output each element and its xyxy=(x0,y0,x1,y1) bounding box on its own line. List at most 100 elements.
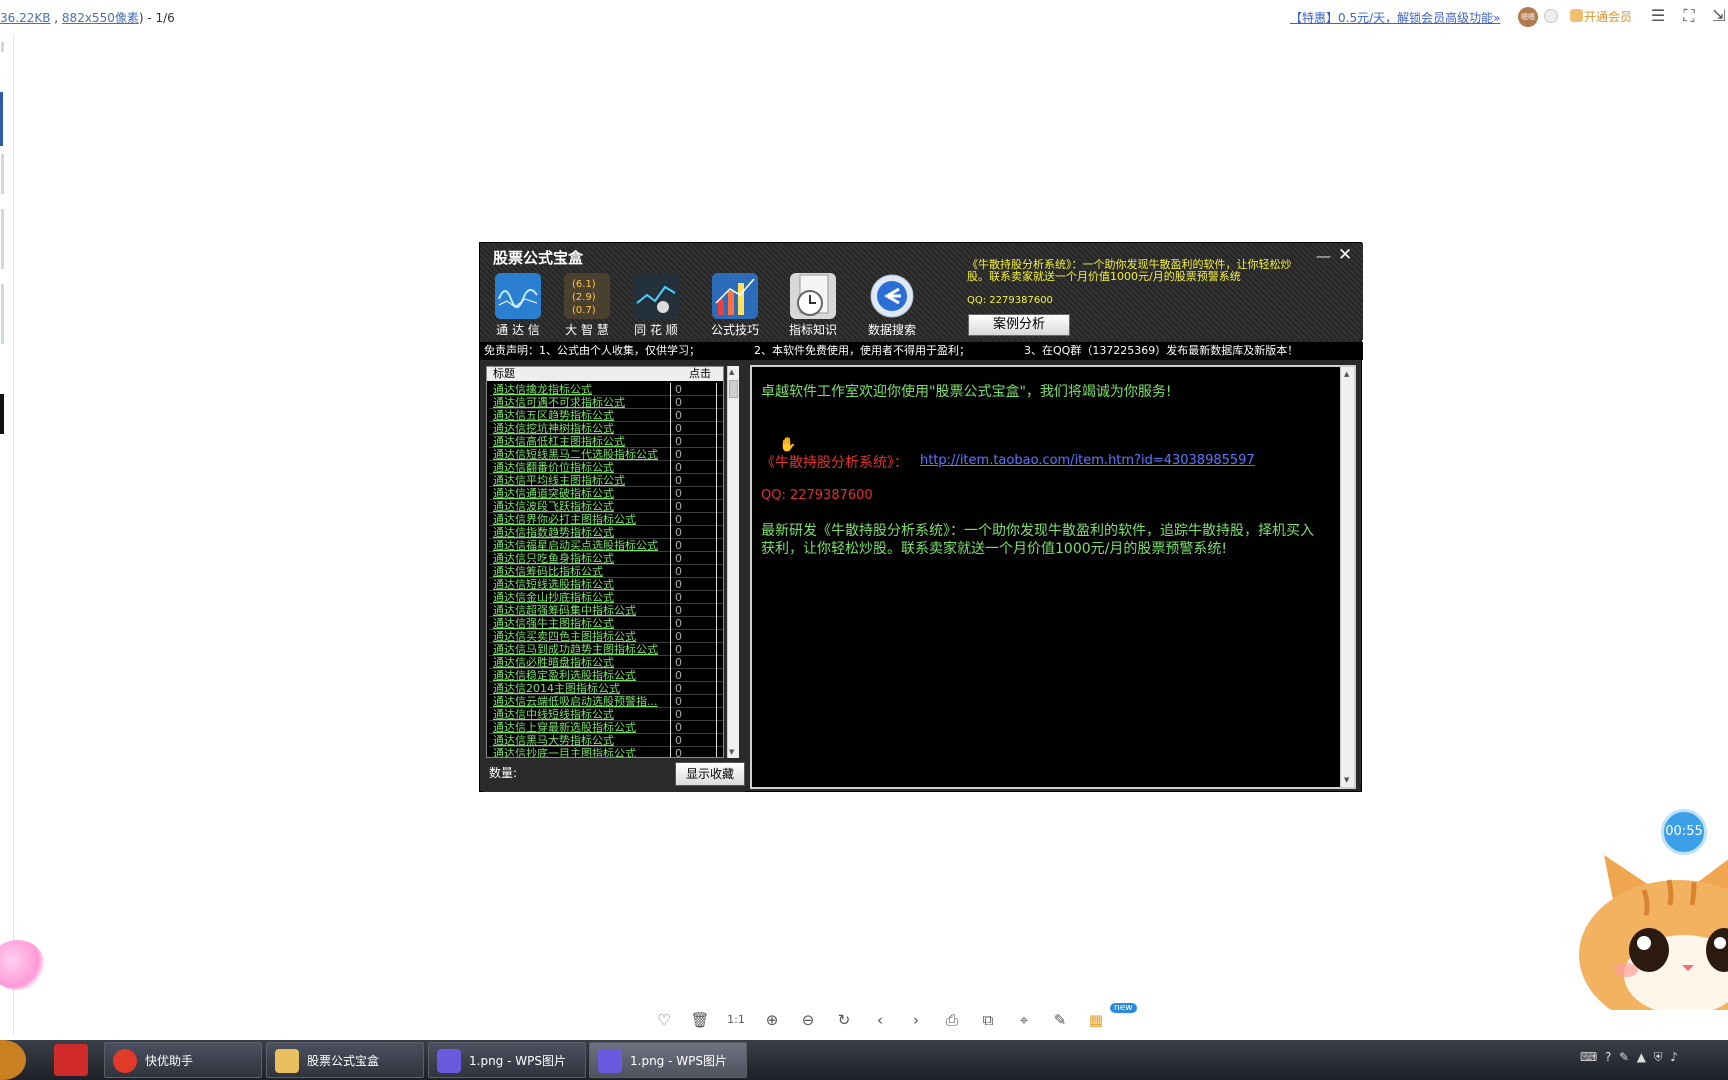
actual-size-icon[interactable]: 1:1 xyxy=(726,1010,746,1030)
tool-tonghuashun[interactable]: 同 花 顺 xyxy=(620,273,692,338)
table-row[interactable]: 通达信2014主图指标公式 0 xyxy=(489,682,723,695)
row-divider xyxy=(716,617,717,630)
table-row[interactable]: 通达信买卖四色主图指标公式 0 xyxy=(489,630,723,643)
table-row[interactable]: 通达信云端低吸启动选股预警指... 0 xyxy=(489,695,723,708)
tool-dazhihui[interactable]: (6.1) (2.9) (0.7) 大 智 慧 xyxy=(551,273,623,338)
taskbar-item-wps-2[interactable]: 1.png - WPS图片 xyxy=(589,1042,747,1078)
table-row[interactable]: 通达信高低杠主图指标公式 0 xyxy=(489,435,723,448)
row-divider xyxy=(716,682,717,695)
show-favorites-button[interactable]: 显示收藏 xyxy=(675,762,745,786)
taskbar-item-wps-1[interactable]: 1.png - WPS图片 xyxy=(428,1042,586,1078)
table-row[interactable]: 通达信翻番价位指标公式 0 xyxy=(489,461,723,474)
thumbnail[interactable] xyxy=(1,209,4,269)
row-divider xyxy=(670,747,671,757)
taskbar-item-formula-box[interactable]: 股票公式宝盒 xyxy=(266,1042,424,1078)
row-title: 通达信上穿最新选股指标公式 xyxy=(493,721,636,734)
thumbnail-strip[interactable] xyxy=(0,34,14,1034)
column-title[interactable]: 标题 xyxy=(493,367,515,381)
scroll-thumb[interactable] xyxy=(729,380,738,398)
menu-icon[interactable]: ☰ xyxy=(1648,6,1668,26)
table-row[interactable]: 通达信通道突破指标公式 0 xyxy=(489,487,723,500)
apps-icon[interactable]: ▦ xyxy=(1086,1010,1106,1030)
table-row[interactable]: 通达信平均线主图指标公式 0 xyxy=(489,474,723,487)
screenshot-icon[interactable]: ⌖ xyxy=(1014,1010,1034,1030)
thumbnail[interactable] xyxy=(1,154,4,194)
table-row[interactable]: 通达信金山抄底指标公式 0 xyxy=(489,591,723,604)
table-row[interactable]: 通达信五区趋势指标公式 0 xyxy=(489,409,723,422)
table-row[interactable]: 通达信筹码比指标公式 0 xyxy=(489,565,723,578)
table-row[interactable]: 通达信强牛主图指标公式 0 xyxy=(489,617,723,630)
convert-icon[interactable]: ⧉ xyxy=(978,1010,998,1030)
scroll-down-icon[interactable]: ▼ xyxy=(1344,776,1349,784)
table-row[interactable]: 通达信上穿最新选股指标公式 0 xyxy=(489,721,723,734)
edit-icon[interactable]: ✎ xyxy=(1050,1010,1070,1030)
thumbnail-selected[interactable] xyxy=(0,92,3,146)
table-row[interactable]: 通达信福星启动买点选股指标公式 0 xyxy=(489,539,723,552)
table-row[interactable]: 通达信波段飞跃指标公式 0 xyxy=(489,500,723,513)
cat-mascot-icon[interactable] xyxy=(1574,850,1728,1030)
formula-list[interactable]: 标题 点击 通达信擒龙指标公式 0 通达信可遇不可求指标公式 0 通达信五区趋势指标公式… xyxy=(486,366,724,758)
app-pinned-icon[interactable] xyxy=(54,1044,88,1076)
tool-icon[interactable]: ✎ xyxy=(1619,1050,1629,1064)
vip-button[interactable]: 开通会员 xyxy=(1584,8,1632,25)
keyboard-icon[interactable]: ⌨ xyxy=(1580,1050,1597,1064)
table-row[interactable]: 通达信挖坑神树指标公式 0 xyxy=(489,422,723,435)
table-row[interactable]: 通达信超强筹码集中指标公式 0 xyxy=(489,604,723,617)
tool-tongdaxin[interactable]: 通 达 信 xyxy=(482,273,554,338)
file-size[interactable]: 36.22KB xyxy=(0,11,50,25)
taskbar-item-kuaiyou[interactable]: 快优助手 xyxy=(104,1042,262,1078)
delete-icon[interactable]: 🗑 xyxy=(690,1010,710,1030)
column-clicks[interactable]: 点击 xyxy=(689,367,711,381)
table-row[interactable]: 通达信短线选股指标公式 0 xyxy=(489,578,723,591)
zoom-in-icon[interactable]: ⊕ xyxy=(762,1010,782,1030)
table-row[interactable]: 通达信短线黑马二代选股指标公式 0 xyxy=(489,448,723,461)
taobao-link[interactable]: http://item.taobao.com/item.htm?id=43038… xyxy=(920,453,1255,468)
table-row[interactable]: 通达信可遇不可求指标公式 0 xyxy=(489,396,723,409)
table-row[interactable]: 通达信黑马大势指标公式 0 xyxy=(489,734,723,747)
volume-icon[interactable]: ♪ xyxy=(1670,1050,1678,1064)
previous-icon[interactable]: ‹ xyxy=(870,1010,890,1030)
print-icon[interactable]: ⎙ xyxy=(942,1010,962,1030)
table-row[interactable]: 通达信擒龙指标公式 0 xyxy=(489,383,723,396)
close-button[interactable]: ✕ xyxy=(1338,245,1352,265)
avatar[interactable]: 嗯嗯 xyxy=(1518,7,1538,27)
scroll-down-icon[interactable]: ▼ xyxy=(729,748,734,756)
case-analysis-button[interactable]: 案例分析 xyxy=(968,314,1070,336)
row-divider xyxy=(716,513,717,526)
content-scrollbar[interactable]: ▲ ▼ xyxy=(1340,367,1354,787)
scroll-up-icon[interactable]: ▲ xyxy=(729,368,734,376)
tray-expand-icon[interactable]: ▲ xyxy=(1637,1050,1646,1064)
promo-link[interactable]: 【特惠】0.5元/天，解锁会员高级功能» xyxy=(1290,9,1500,26)
thumbnail-dark[interactable] xyxy=(0,394,4,434)
table-row[interactable]: 通达信界你必打主图指标公式 0 xyxy=(489,513,723,526)
table-row[interactable]: 通达信抄底一目主图指标公式 0 xyxy=(489,747,723,757)
thumbnail[interactable] xyxy=(1,42,4,52)
minimize-button[interactable]: — xyxy=(1316,247,1331,265)
help-icon[interactable]: ? xyxy=(1605,1050,1611,1064)
table-row[interactable]: 通达信只吃鱼身指标公式 0 xyxy=(489,552,723,565)
table-row[interactable]: 通达信中线短线指标公式 0 xyxy=(489,708,723,721)
welcome-text: 卓越软件工作室欢迎你使用"股票公式宝盒"，我们将竭诚为你服务! xyxy=(761,384,1172,400)
row-divider xyxy=(716,461,717,474)
favorite-icon[interactable]: ♡ xyxy=(654,1010,674,1030)
row-divider xyxy=(716,409,717,422)
fullscreen-icon[interactable]: ⛶ xyxy=(1679,6,1699,26)
start-orb-icon[interactable] xyxy=(0,1040,26,1080)
next-icon[interactable]: › xyxy=(906,1010,926,1030)
table-row[interactable]: 通达信必胜暗盘指标公式 0 xyxy=(489,656,723,669)
image-dimensions[interactable]: 882x550像素 xyxy=(62,11,139,25)
rotate-icon[interactable]: ↻ xyxy=(834,1010,854,1030)
shield-icon[interactable]: ⛨ xyxy=(1654,1050,1663,1064)
list-scrollbar[interactable]: ▲ ▼ xyxy=(727,366,739,758)
table-row[interactable]: 通达信稳定盈利选股指标公式 0 xyxy=(489,669,723,682)
tool-formula-tips[interactable]: 公式技巧 xyxy=(699,273,771,338)
table-row[interactable]: 通达信指数趋势指标公式 0 xyxy=(489,526,723,539)
tool-data-search[interactable]: 数据搜索 xyxy=(856,273,928,338)
thumbnail[interactable] xyxy=(1,284,4,344)
scroll-up-icon[interactable]: ▲ xyxy=(1344,370,1349,378)
pin-icon[interactable]: ⇲ xyxy=(1709,6,1728,26)
timer-badge[interactable]: 00:55 xyxy=(1661,809,1707,855)
zoom-out-icon[interactable]: ⊖ xyxy=(798,1010,818,1030)
table-row[interactable]: 通达信马到成功趋势主图指标公式 0 xyxy=(489,643,723,656)
tool-indicator-knowledge[interactable]: 指标知识 xyxy=(777,273,849,338)
